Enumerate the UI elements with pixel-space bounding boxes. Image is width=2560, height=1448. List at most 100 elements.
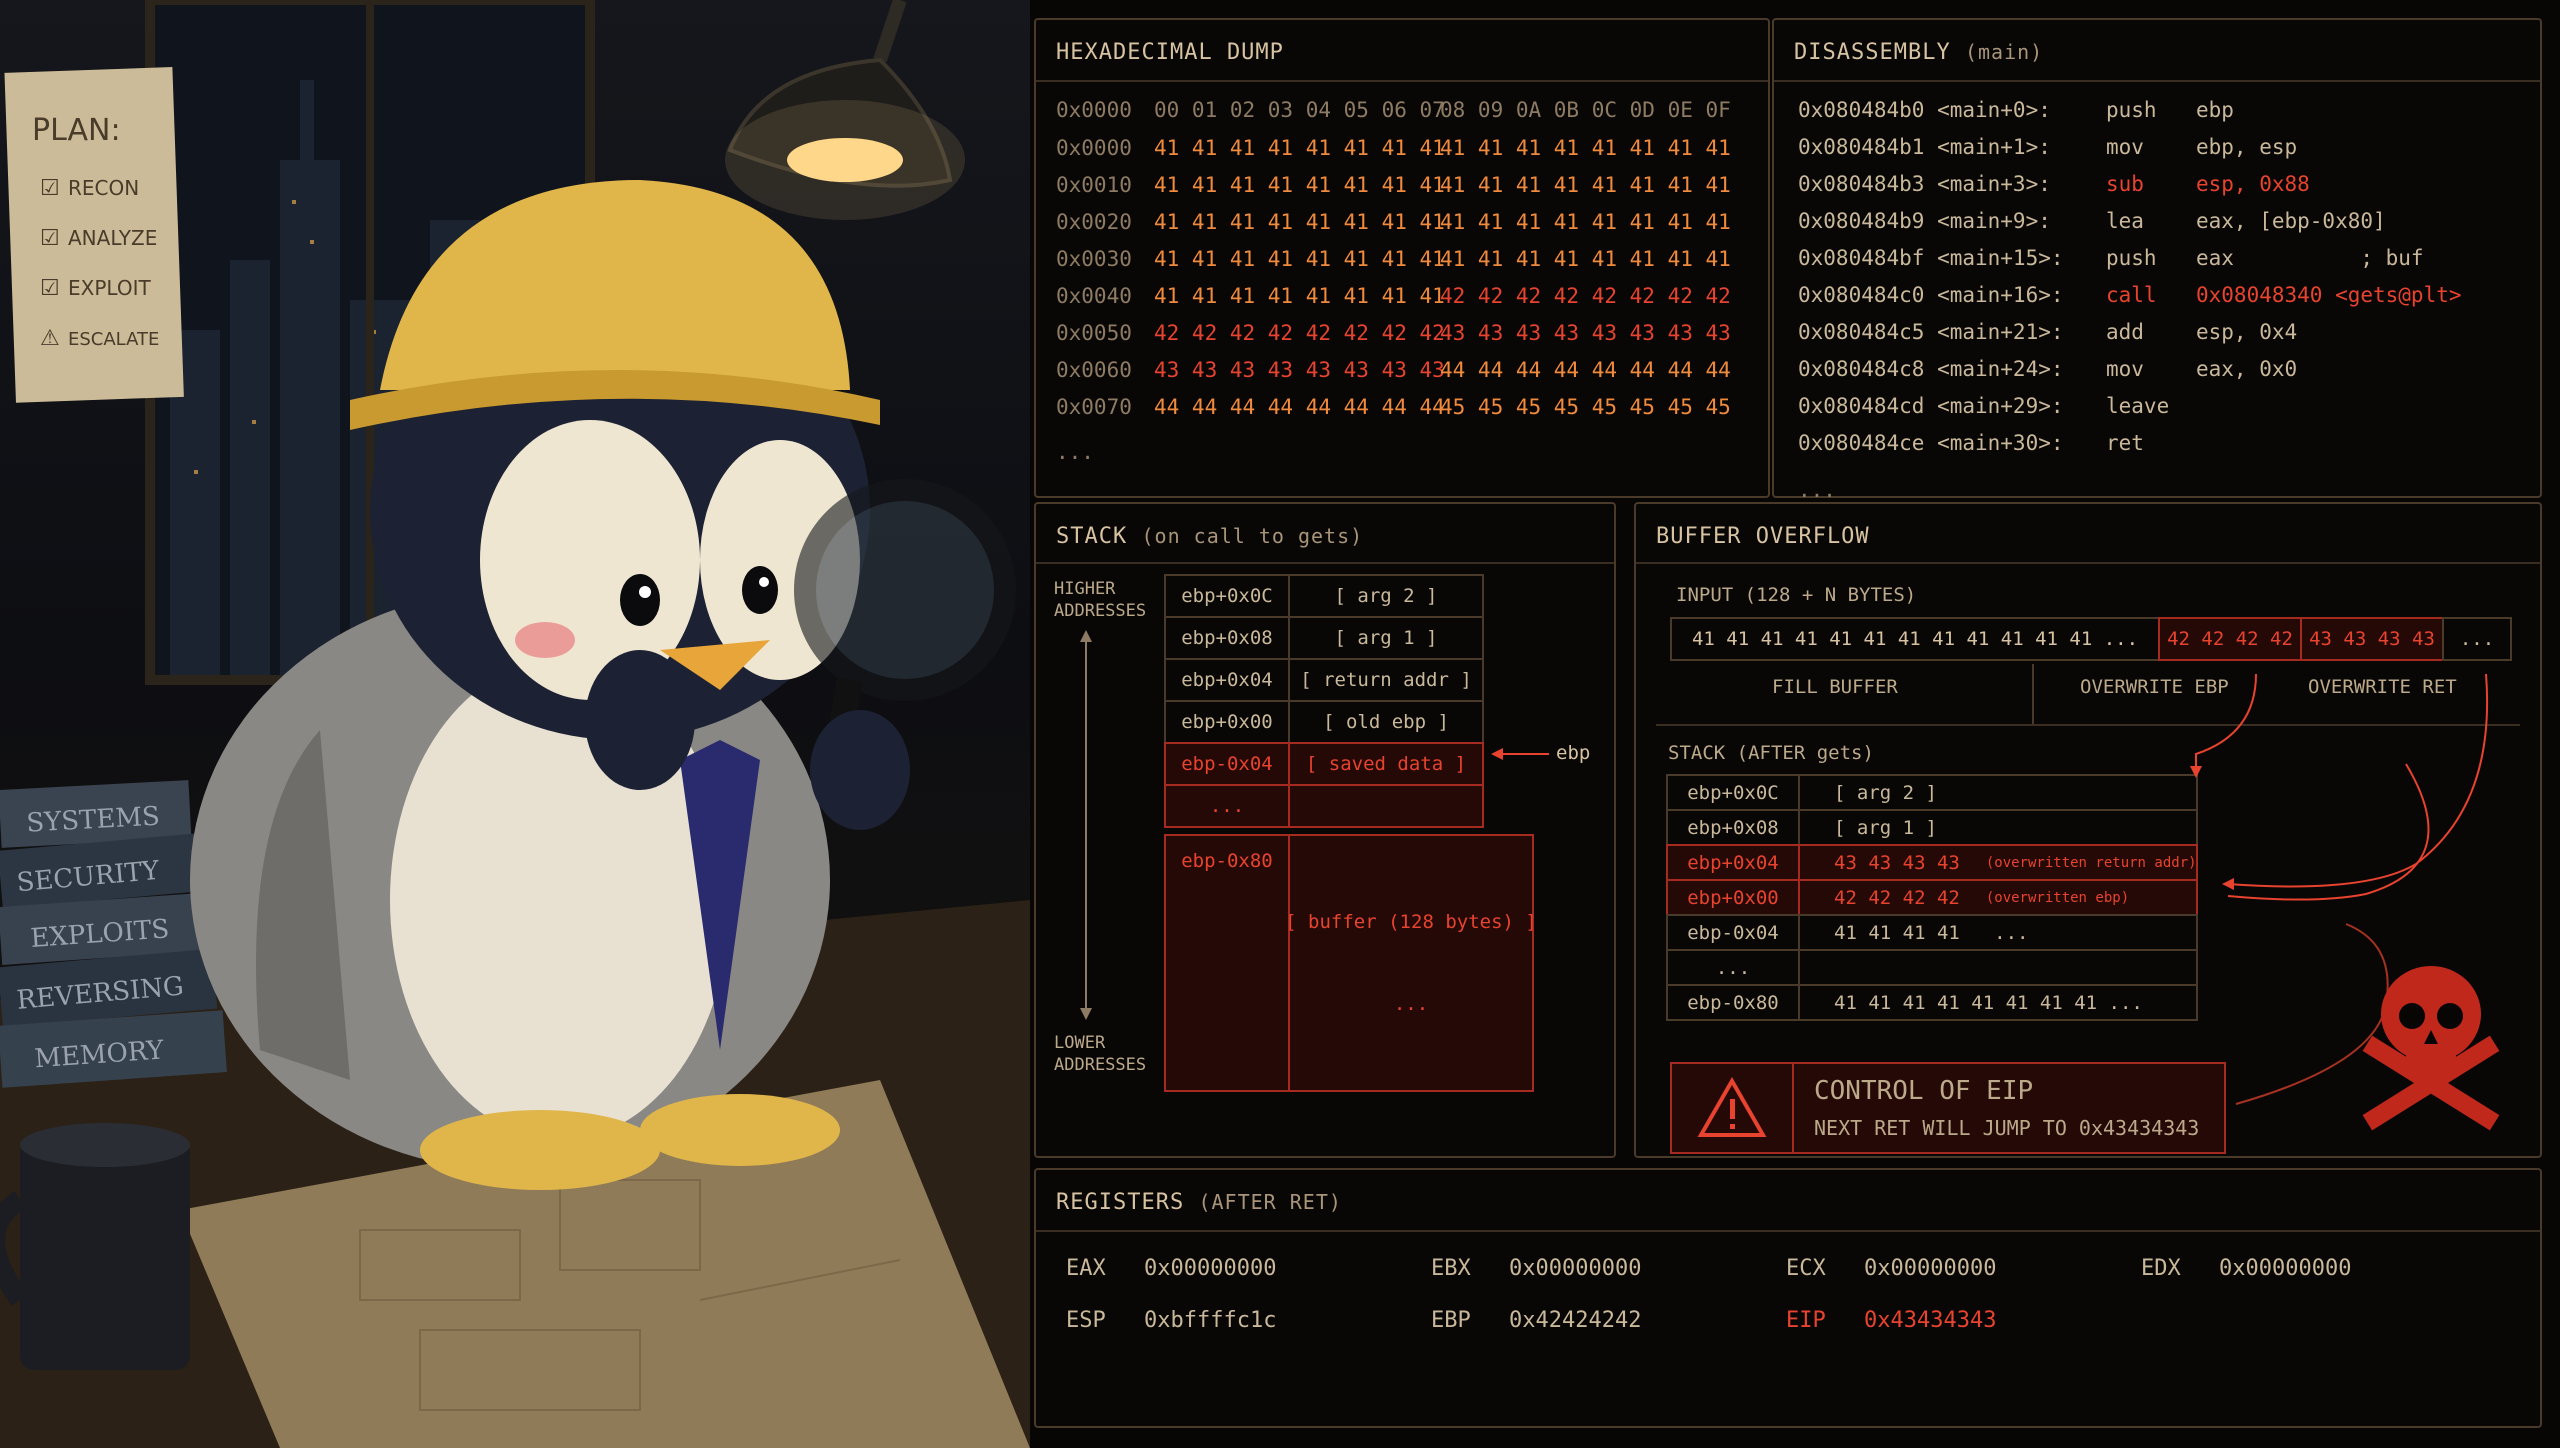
hex-offset: 0x0020 <box>1056 210 1132 234</box>
svg-text:☑: ☑ <box>40 276 60 301</box>
plan-item: ANALYZE <box>68 226 157 250</box>
disasm-operands: eax ; buf <box>2196 246 2424 270</box>
address-direction-arrow <box>1080 630 1092 1020</box>
stack-value: [ saved data ] <box>1288 742 1484 786</box>
hex-bytes: 42 42 42 42 42 42 42 42 <box>1154 321 1445 345</box>
stack-offset: ebp+0x04 <box>1164 658 1290 702</box>
stack-offset: ... <box>1164 784 1290 828</box>
hex-bytes: 41 41 41 41 41 41 41 41 <box>1154 247 1445 271</box>
disasm-opcode: leave <box>2106 394 2170 418</box>
disasm-opcode: push <box>2106 98 2157 122</box>
disasm-operands: eax, [ebp-0x80] <box>2196 209 2386 233</box>
stack-value: [ arg 2 ] <box>1288 574 1484 618</box>
stack-buffer-dots: ... <box>1393 993 1429 1015</box>
stack-panel: STACK (on call to gets) HIGHER ADDRESSES… <box>1034 502 1616 1158</box>
register-name: EBX <box>1431 1256 1471 1281</box>
coffee-mug <box>0 1123 190 1370</box>
register-value: 0x00000000 <box>1864 1256 1997 1281</box>
register-name: ECX <box>1786 1256 1826 1281</box>
stack-buffer-offset: ebp-0x80 <box>1164 834 1290 1092</box>
disasm-opcode: mov <box>2106 135 2144 159</box>
register-value: 0x00000000 <box>1144 1256 1277 1281</box>
higher-addresses-label: HIGHER ADDRESSES <box>1054 579 1147 621</box>
registers-panel: REGISTERS (AFTER RET) EAX 0x00000000 EBX 0x… <box>1034 1168 2542 1428</box>
hexdump-header-cols: 08 09 0A 0B 0C 0D 0E 0F <box>1440 98 1731 122</box>
disasm-address: 0x080484b9 <main+9>: <box>1798 209 2051 233</box>
disasm-operands: esp, 0x4 <box>2196 320 2298 344</box>
ebp-pointer-arrow <box>1491 748 1549 760</box>
disasm-address: 0x080484b1 <main+1>: <box>1798 135 2051 159</box>
plan-item: EXPLOIT <box>68 276 151 300</box>
svg-text:⚠: ⚠ <box>40 326 60 351</box>
hex-bytes: 45 45 45 45 45 45 45 45 <box>1440 395 1731 419</box>
stack-value: [ old ebp ] <box>1288 700 1484 744</box>
register-name: EIP <box>1786 1308 1826 1333</box>
disasm-address: 0x080484c0 <main+16>: <box>1798 283 2064 307</box>
disasm-address: 0x080484c5 <main+21>: <box>1798 320 2064 344</box>
disassembly-subtitle: (main) <box>1964 40 2044 64</box>
stack-offset: ebp+0x00 <box>1164 700 1290 744</box>
register-value: 0x00000000 <box>2219 1256 2352 1281</box>
hex-offset: 0x0050 <box>1056 321 1132 345</box>
disasm-operands: 0x08048340 <gets@plt> <box>2196 283 2462 307</box>
stack-buffer-label: [ buffer (128 bytes) ] <box>1285 911 1537 933</box>
hexdump-title: HEXADECIMAL DUMP <box>1056 40 1284 65</box>
hex-bytes: 41 41 41 41 41 41 41 41 <box>1440 136 1731 160</box>
eip-alert: CONTROL OF EIP NEXT RET WILL JUMP TO 0x4… <box>1670 1062 2226 1154</box>
register-value: 0x43434343 <box>1864 1308 1997 1333</box>
svg-text:☑: ☑ <box>40 226 60 251</box>
stack-title: STACK <box>1056 524 1128 549</box>
stack-offset: ebp+0x08 <box>1164 616 1290 660</box>
svg-text:☑: ☑ <box>40 176 60 201</box>
hex-bytes: 41 41 41 41 41 41 41 41 <box>1440 210 1731 234</box>
hex-bytes: 41 41 41 41 41 41 41 41 <box>1154 210 1445 234</box>
stack-offset: ebp-0x04 <box>1164 742 1290 786</box>
detective-penguin-illustration: PLAN: ☑ RECON ☑ ANALYZE ☑ EXPLOIT ⚠ ESCA… <box>0 0 1030 1448</box>
disasm-opcode: push <box>2106 246 2157 270</box>
hex-offset: 0x0070 <box>1056 395 1132 419</box>
illustration: PLAN: ☑ RECON ☑ ANALYZE ☑ EXPLOIT ⚠ ESCA… <box>0 0 1030 1448</box>
hex-bytes: 41 41 41 41 41 41 41 41 <box>1154 136 1445 160</box>
disasm-opcode: add <box>2106 320 2144 344</box>
register-name: EDX <box>2141 1256 2181 1281</box>
disassembly-panel: DISASSEMBLY (main) 0x080484b0 <main+0>: p… <box>1772 18 2542 502</box>
hex-offset: 0x0010 <box>1056 173 1132 197</box>
stack-value: [ return addr ] <box>1288 658 1484 702</box>
register-value: 0xbffffc1c <box>1144 1308 1277 1333</box>
warning-icon <box>1697 1077 1767 1137</box>
disasm-opcode: ret <box>2106 431 2144 455</box>
stack-buffer: [ buffer (128 bytes) ] ... <box>1285 834 1537 1092</box>
disasm-address: 0x080484b0 <main+0>: <box>1798 98 2051 122</box>
plan-title: PLAN: <box>32 113 121 148</box>
hex-bytes: 43 43 43 43 43 43 43 43 <box>1440 321 1731 345</box>
disasm-operands: ebp <box>2196 98 2234 122</box>
register-name: EBP <box>1431 1308 1471 1333</box>
hexdump-ellipsis: ... <box>1056 440 1094 464</box>
hex-bytes: 44 44 44 44 44 44 44 44 <box>1440 358 1731 382</box>
hex-offset: 0x0000 <box>1056 136 1132 160</box>
register-value: 0x00000000 <box>1509 1256 1642 1281</box>
disasm-opcode: call <box>2106 283 2157 307</box>
disasm-address: 0x080484bf <main+15>: <box>1798 246 2064 270</box>
disasm-address: 0x080484ce <main+30>: <box>1798 431 2064 455</box>
hex-offset: 0x0040 <box>1056 284 1132 308</box>
disasm-address: 0x080484c8 <main+24>: <box>1798 357 2064 381</box>
disasm-address: 0x080484b3 <main+3>: <box>1798 172 2051 196</box>
register-name: ESP <box>1066 1308 1106 1333</box>
hexdump-header-cols: 00 01 02 03 04 05 06 07 <box>1154 98 1445 122</box>
lower-addresses-label: LOWER ADDRESSES <box>1054 1033 1147 1075</box>
registers-title: REGISTERS <box>1056 1190 1185 1215</box>
stack-subtitle: (on call to gets) <box>1141 524 1364 548</box>
disassembly-title: DISASSEMBLY <box>1794 40 1951 65</box>
hex-bytes: 43 43 43 43 43 43 43 43 <box>1154 358 1445 382</box>
stack-offset: ebp+0x0C <box>1164 574 1290 618</box>
hexdump-header-offset: 0x0000 <box>1056 98 1132 122</box>
hex-bytes: 41 41 41 41 41 41 41 41 <box>1440 173 1731 197</box>
disassembly-ellipsis: ... <box>1798 478 1836 502</box>
disasm-operands: esp, 0x88 <box>2196 172 2310 196</box>
plan-item: ESCALATE <box>68 329 159 350</box>
hexdump-panel: HEXADECIMAL DUMP 0x0000 00 01 02 03 04 0… <box>1034 18 1770 498</box>
stack-value <box>1288 784 1484 828</box>
alert-text: NEXT RET WILL JUMP TO 0x43434343 <box>1814 1116 2200 1140</box>
hex-bytes: 42 42 42 42 42 42 42 42 <box>1440 284 1731 308</box>
